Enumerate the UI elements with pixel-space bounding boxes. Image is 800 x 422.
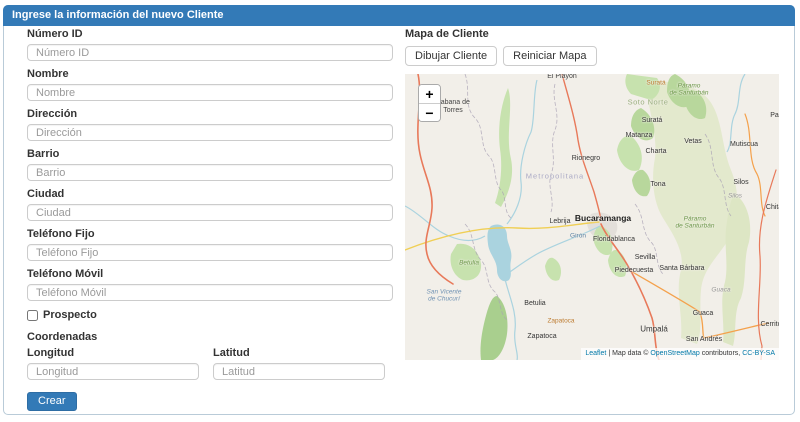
crear-button[interactable]: Crear xyxy=(27,392,77,411)
license-link[interactable]: CC-BY-SA xyxy=(742,350,775,357)
leaflet-link[interactable]: Leaflet xyxy=(585,350,606,357)
prospecto-label: Prospecto xyxy=(43,309,97,322)
barrio-input[interactable] xyxy=(27,164,393,181)
telefono-fijo-label: Teléfono Fijo xyxy=(27,229,393,240)
prospecto-checkbox[interactable] xyxy=(27,310,38,321)
dibujar-cliente-button[interactable]: Dibujar Cliente xyxy=(405,46,497,66)
latitud-label: Latitud xyxy=(213,348,385,359)
numero-id-label: Número ID xyxy=(27,29,393,40)
client-form: Número ID Nombre Dirección Barrio Ciudad… xyxy=(27,29,393,411)
leaflet-map[interactable]: El PlayónSabana de TorresSoto NorteSurat… xyxy=(405,74,779,360)
direccion-label: Dirección xyxy=(27,109,393,120)
telefono-fijo-input[interactable] xyxy=(27,244,393,261)
attribution-text-1: | Map data © xyxy=(606,350,650,357)
field-telefono-movil: Teléfono Móvil xyxy=(27,269,393,301)
field-latitud: Latitud xyxy=(213,348,385,380)
new-client-panel: Ingrese la información del nuevo Cliente… xyxy=(3,5,795,415)
nombre-label: Nombre xyxy=(27,69,393,80)
map-attribution: Leaflet | Map data © OpenStreetMap contr… xyxy=(581,348,779,360)
telefono-movil-label: Teléfono Móvil xyxy=(27,269,393,280)
coordinates-row: Longitud Latitud xyxy=(27,348,393,380)
reiniciar-mapa-button[interactable]: Reiniciar Mapa xyxy=(503,46,596,66)
longitud-input[interactable] xyxy=(27,363,199,380)
map-tiles xyxy=(405,74,779,360)
latitud-input[interactable] xyxy=(213,363,385,380)
nombre-input[interactable] xyxy=(27,84,393,101)
field-numero-id: Número ID xyxy=(27,29,393,61)
panel-title: Ingrese la información del nuevo Cliente xyxy=(3,5,795,26)
openstreetmap-link[interactable]: OpenStreetMap xyxy=(650,350,699,357)
ciudad-label: Ciudad xyxy=(27,189,393,200)
zoom-out-button[interactable]: − xyxy=(419,103,440,121)
field-telefono-fijo: Teléfono Fijo xyxy=(27,229,393,261)
attribution-text-2: contributors, xyxy=(700,350,742,357)
field-nombre: Nombre xyxy=(27,69,393,101)
telefono-movil-input[interactable] xyxy=(27,284,393,301)
map-buttons: Dibujar Cliente Reiniciar Mapa xyxy=(405,46,779,66)
coordenadas-title: Coordenadas xyxy=(27,332,393,343)
ciudad-input[interactable] xyxy=(27,204,393,221)
field-ciudad: Ciudad xyxy=(27,189,393,221)
field-longitud: Longitud xyxy=(27,348,199,380)
zoom-in-button[interactable]: + xyxy=(419,85,440,103)
direccion-input[interactable] xyxy=(27,124,393,141)
map-title: Mapa de Cliente xyxy=(405,29,779,40)
prospecto-row: Prospecto xyxy=(27,309,393,322)
field-barrio: Barrio xyxy=(27,149,393,181)
numero-id-input[interactable] xyxy=(27,44,393,61)
map-section: Mapa de Cliente Dibujar Cliente Reinicia… xyxy=(405,29,779,360)
field-direccion: Dirección xyxy=(27,109,393,141)
map-zoom-control: + − xyxy=(418,84,441,122)
longitud-label: Longitud xyxy=(27,348,199,359)
barrio-label: Barrio xyxy=(27,149,393,160)
